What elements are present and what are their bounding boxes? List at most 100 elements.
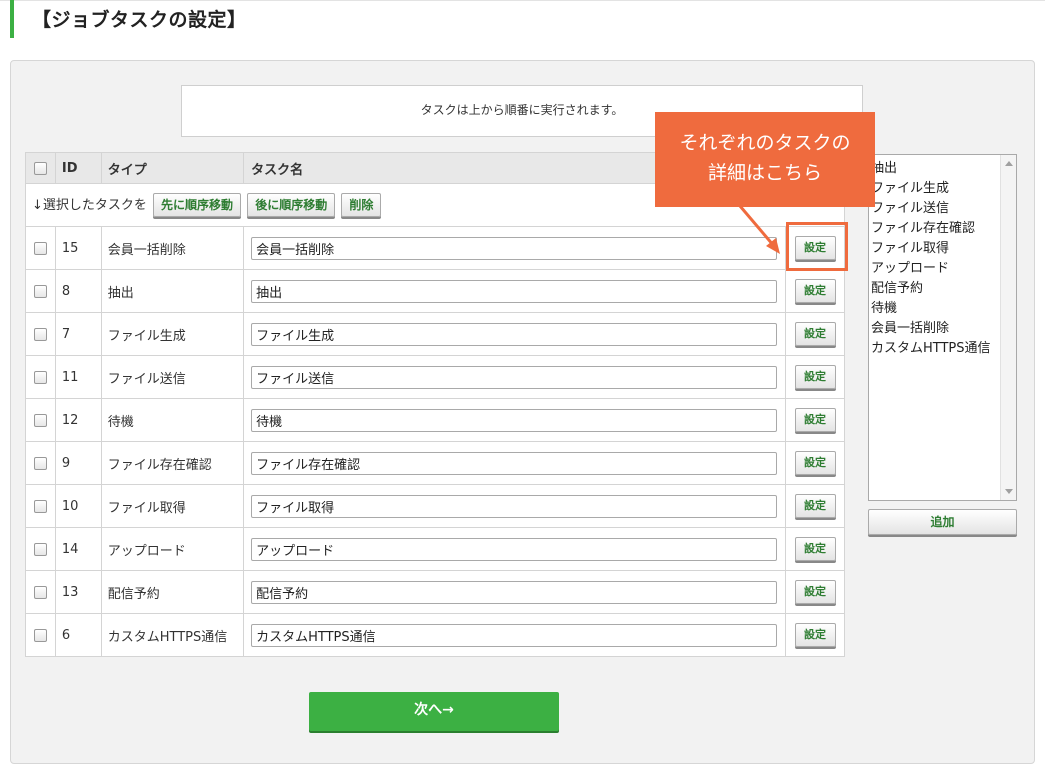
settings-button[interactable]: 設定 (794, 623, 836, 647)
scroll-up-arrow-icon[interactable] (1005, 161, 1013, 166)
task-name-input[interactable] (251, 580, 778, 604)
task-id: 14 (54, 527, 102, 571)
task-type: カスタムHTTPS通信 (100, 613, 245, 657)
settings-button[interactable]: 設定 (794, 580, 836, 604)
settings-cell: 設定 (785, 355, 845, 399)
task-name-input[interactable] (251, 537, 778, 561)
page-header: 【ジョブタスクの設定】 (10, 0, 247, 38)
task-name-cell (243, 570, 787, 614)
settings-cell: 設定 (785, 527, 845, 571)
table-row: 10ファイル取得 設定 (25, 484, 845, 528)
task-name-input[interactable] (251, 451, 778, 475)
task-name-input[interactable] (251, 322, 778, 346)
settings-button[interactable]: 設定 (794, 451, 836, 475)
settings-button[interactable]: 設定 (794, 322, 836, 346)
row-checkbox-cell (25, 269, 56, 313)
row-checkbox[interactable] (33, 456, 47, 470)
callout-line-2: 詳細はこちら (707, 162, 822, 184)
task-type: 配信予約 (100, 570, 245, 614)
settings-cell: 設定 (785, 269, 845, 313)
row-checkbox-cell (25, 312, 56, 356)
row-checkbox[interactable] (33, 413, 47, 427)
table-row: 6カスタムHTTPS通信 設定 (25, 613, 845, 657)
column-header-type: タイプ (100, 152, 245, 184)
task-type-option[interactable]: ファイル取得 (869, 239, 1016, 259)
select-all-cell (25, 152, 56, 184)
row-checkbox[interactable] (33, 241, 47, 255)
row-checkbox[interactable] (33, 499, 47, 513)
task-name-cell (243, 398, 787, 442)
task-name-cell (243, 527, 787, 571)
callout-arrow-icon (738, 205, 780, 254)
task-id: 12 (54, 398, 102, 442)
task-name-input[interactable] (251, 623, 778, 647)
task-type: 待機 (100, 398, 245, 442)
task-type-option[interactable]: 配信予約 (869, 279, 1016, 299)
move-first-button[interactable]: 先に順序移動 (153, 193, 242, 217)
task-type-option[interactable]: 会員一括削除 (869, 319, 1016, 339)
task-name-cell (243, 269, 787, 313)
row-checkbox-cell (25, 613, 56, 657)
task-type-option[interactable]: 待機 (869, 299, 1016, 319)
task-type-option[interactable]: ファイル生成 (869, 179, 1016, 199)
bulk-action-label: ↓選択したタスクを (32, 198, 147, 213)
next-button[interactable]: 次へ→ (309, 692, 559, 731)
table-row: 11ファイル送信 設定 (25, 355, 845, 399)
task-type-option[interactable]: カスタムHTTPS通信 (869, 339, 1016, 359)
table-row: 12待機 設定 (25, 398, 845, 442)
delete-button[interactable]: 削除 (341, 193, 382, 217)
task-name-cell (243, 441, 787, 485)
scroll-down-arrow-icon[interactable] (1005, 489, 1013, 494)
task-type-listbox[interactable]: 抽出 ファイル生成 ファイル送信 ファイル存在確認 ファイル取得 アップロード 配信予約 待機… (868, 154, 1017, 501)
add-task-button[interactable]: 追加 (868, 509, 1017, 535)
callout-line-1: それぞれのタスクの (679, 132, 851, 154)
move-after-button[interactable]: 後に順序移動 (247, 193, 336, 217)
row-checkbox-cell (25, 527, 56, 571)
task-id: 6 (54, 613, 102, 657)
row-checkbox-cell (25, 570, 56, 614)
task-name-cell (243, 484, 787, 528)
task-type-options: 抽出 ファイル生成 ファイル送信 ファイル存在確認 ファイル取得 アップロード 配信予約 待機… (869, 155, 1016, 359)
settings-button[interactable]: 設定 (794, 537, 836, 561)
settings-button[interactable]: 設定 (794, 279, 836, 303)
task-type-option[interactable]: ファイル送信 (869, 199, 1016, 219)
task-type-option[interactable]: 抽出 (869, 159, 1016, 179)
task-name-input[interactable] (251, 279, 778, 303)
task-type: 会員一括削除 (100, 226, 245, 270)
settings-cell: 設定 (785, 613, 845, 657)
task-name-cell (243, 226, 787, 270)
settings-button[interactable]: 設定 (794, 365, 836, 389)
row-checkbox[interactable] (33, 327, 47, 341)
table-row: 14アップロード 設定 (25, 527, 845, 571)
row-checkbox[interactable] (33, 542, 47, 556)
table-row: 8抽出 設定 (25, 269, 845, 313)
task-id: 15 (54, 226, 102, 270)
task-name-input[interactable] (251, 236, 778, 260)
page-title: 【ジョブタスクの設定】 (32, 9, 247, 31)
row-checkbox[interactable] (33, 284, 47, 298)
row-checkbox[interactable] (33, 585, 47, 599)
select-all-checkbox[interactable] (33, 161, 47, 175)
task-name-input[interactable] (251, 494, 778, 518)
listbox-scrollbar[interactable] (1000, 155, 1016, 500)
task-type-option[interactable]: アップロード (869, 259, 1016, 279)
task-type: ファイル取得 (100, 484, 245, 528)
row-checkbox-cell (25, 484, 56, 528)
row-checkbox[interactable] (33, 370, 47, 384)
settings-button[interactable]: 設定 (794, 408, 836, 432)
table-row: 15会員一括削除設定 (25, 226, 845, 270)
task-type: ファイル送信 (100, 355, 245, 399)
row-checkbox-cell (25, 355, 56, 399)
settings-button[interactable]: 設定 (794, 494, 836, 518)
task-name-input[interactable] (251, 408, 778, 432)
task-type: ファイル存在確認 (100, 441, 245, 485)
task-name-input[interactable] (251, 365, 778, 389)
task-name-cell (243, 613, 787, 657)
settings-cell: 設定 (785, 484, 845, 528)
settings-cell: 設定 (785, 398, 845, 442)
settings-cell: 設定 (785, 570, 845, 614)
task-type-option[interactable]: ファイル存在確認 (869, 219, 1016, 239)
row-checkbox[interactable] (33, 628, 47, 642)
table-row: 7ファイル生成 設定 (25, 312, 845, 356)
row-checkbox-cell (25, 226, 56, 270)
